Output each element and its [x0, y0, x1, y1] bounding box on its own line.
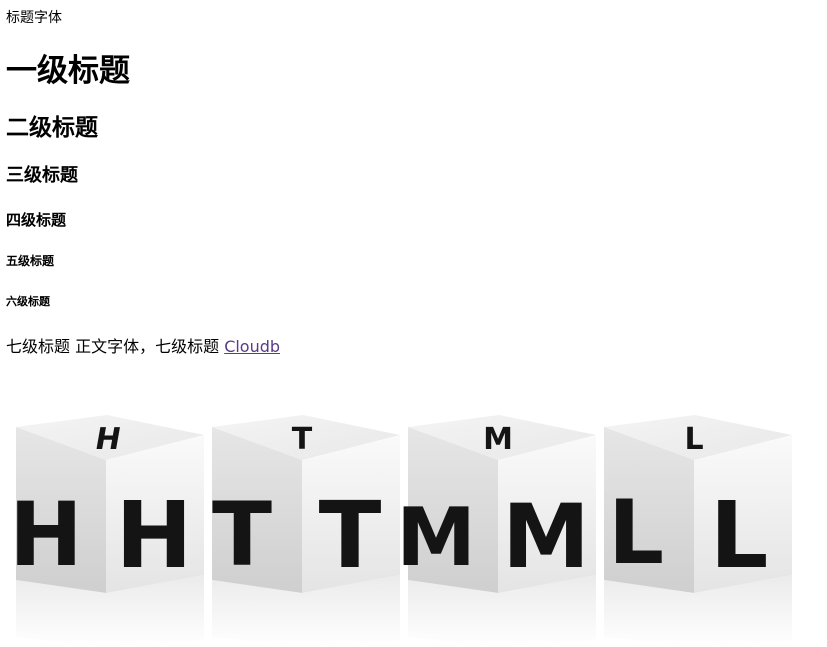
cube-letter-m-right: M — [502, 485, 590, 588]
cube-m: M M M — [396, 415, 596, 647]
cube-letter-l-left: L — [608, 481, 664, 584]
cloudb-link[interactable]: Cloudb — [224, 337, 280, 356]
heading-3: 三级标题 — [6, 165, 78, 186]
body-text-line: 七级标题 正文字体，七级标题 Cloudb — [6, 336, 280, 357]
cube-h: H H H — [9, 415, 204, 647]
cube-letter-t-right: T — [319, 482, 382, 589]
cube-letter-l-right: L — [710, 482, 769, 589]
cube-letter-l-top: L — [684, 422, 703, 457]
cube-letter-h-left: H — [9, 483, 83, 586]
html-cubes-image: H H H T T T M M M L L L — [9, 415, 792, 647]
heading-2: 二级标题 — [6, 115, 98, 141]
cube-letter-t-left: T — [212, 483, 272, 586]
cube-letter-h-right: H — [116, 482, 193, 589]
heading-1: 一级标题 — [6, 53, 130, 89]
cube-letter-m-left: M — [396, 491, 476, 584]
body-text: 七级标题 正文字体，七级标题 — [6, 337, 220, 356]
cube-l: L L L — [604, 415, 792, 647]
cube-letter-m-top: M — [483, 422, 513, 457]
title-font-label: 标题字体 — [6, 10, 62, 26]
cube-letter-t-top: T — [292, 422, 313, 457]
cube-t: T T T — [212, 415, 400, 647]
heading-4: 四级标题 — [6, 211, 67, 229]
heading-6: 六级标题 — [6, 295, 50, 308]
heading-5: 五级标题 — [6, 254, 55, 268]
